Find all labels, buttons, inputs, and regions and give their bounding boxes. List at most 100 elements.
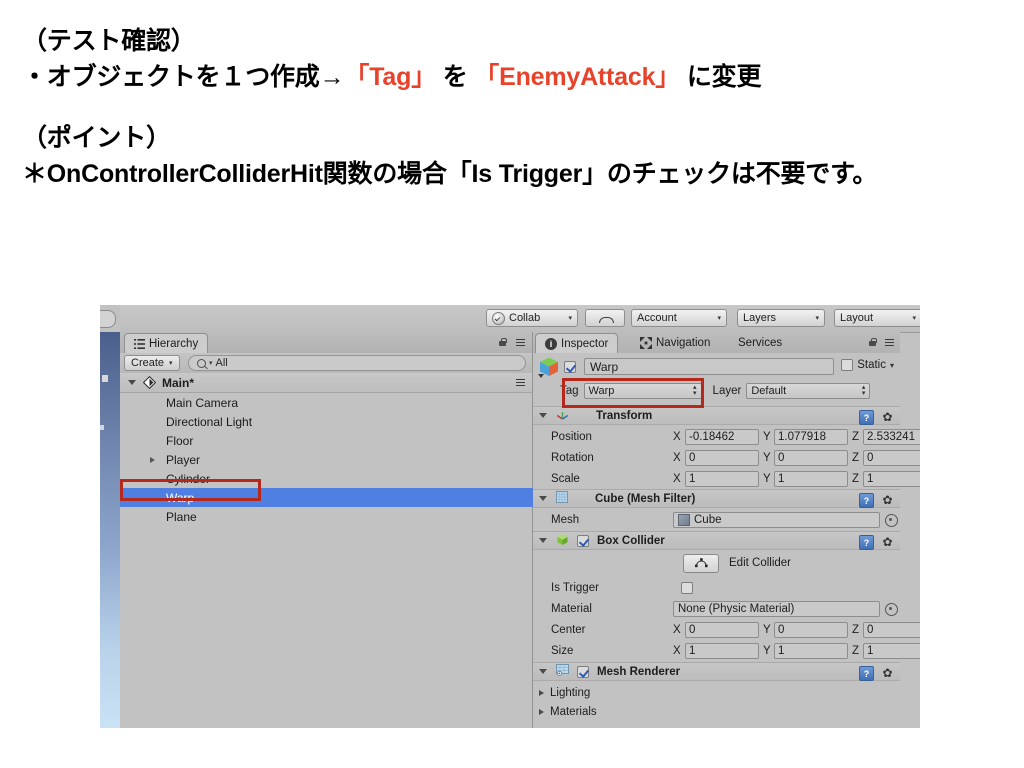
search-icon: [197, 358, 206, 368]
object-active-checkbox[interactable]: [564, 361, 576, 373]
scale-x-field[interactable]: 1: [685, 470, 759, 487]
mesh-label: Mesh: [551, 513, 580, 526]
tab-services[interactable]: Services: [729, 333, 791, 353]
center-y-field[interactable]: 0: [774, 621, 848, 638]
gear-icon[interactable]: ✿: [881, 535, 894, 549]
scene-menu-icon[interactable]: [516, 379, 525, 388]
help-icon[interactable]: ?: [859, 410, 874, 425]
cloud-button[interactable]: [585, 309, 625, 327]
is-trigger-label: Is Trigger: [551, 581, 599, 594]
center-z-field[interactable]: 0: [863, 621, 920, 638]
chevron-right-icon[interactable]: [539, 689, 544, 696]
hierarchy-item-floor[interactable]: Floor: [120, 431, 532, 450]
layout-button[interactable]: Layout ▾: [834, 309, 920, 327]
help-icon[interactable]: ?: [859, 666, 874, 681]
mesh-picker-button[interactable]: [885, 514, 898, 527]
tab-navigation[interactable]: Navigation: [631, 333, 719, 353]
hierarchy-item-main-camera[interactable]: Main Camera: [120, 393, 532, 412]
search-input[interactable]: ▾ All: [188, 355, 526, 371]
unity-editor-screenshot: Collab ▾ Account ▾ Layers ▾ Layout ▾ Hie…: [100, 305, 920, 728]
mesh-value: Cube: [694, 513, 722, 526]
chevron-down-icon[interactable]: ▾: [890, 361, 894, 370]
mesh-renderer-enabled-checkbox[interactable]: [577, 665, 589, 678]
rotation-z-field[interactable]: 0: [863, 449, 920, 466]
component-header-mesh-renderer[interactable]: Mesh Renderer ? ✿: [533, 662, 900, 681]
physic-material-field[interactable]: None (Physic Material): [673, 600, 880, 617]
static-checkbox[interactable]: [841, 359, 854, 371]
tag-dropdown[interactable]: Warp ▴ ▾: [583, 383, 702, 399]
create-button[interactable]: Create ▾: [124, 355, 180, 371]
scene-root-row[interactable]: Main*: [120, 373, 532, 393]
layer-dropdown[interactable]: Default ▴ ▾: [746, 383, 871, 399]
gear-icon[interactable]: ✿: [881, 666, 894, 680]
scene-view-sliver[interactable]: [100, 305, 120, 728]
edit-collider-row: Edit Collider: [533, 551, 900, 579]
axis-y-label: Y: [763, 644, 771, 657]
rotation-x-field[interactable]: 0: [685, 449, 759, 466]
panel-menu-icon[interactable]: [885, 339, 894, 348]
chevron-down-icon[interactable]: [539, 496, 547, 501]
hierarchy-item-cylinder[interactable]: Cylinder: [120, 469, 532, 488]
tag-layer-row: Tag Warp ▴ ▾ Layer Default ▴ ▾: [533, 380, 900, 402]
panel-menu-icon[interactable]: [516, 339, 525, 348]
position-x-field[interactable]: -0.18462: [685, 428, 759, 445]
tab-inspector[interactable]: i Inspector: [535, 333, 619, 354]
material-picker-button[interactable]: [885, 603, 898, 616]
mesh-object-field[interactable]: Cube: [673, 511, 880, 528]
component-header-transform[interactable]: Transform ? ✿: [533, 406, 900, 425]
hierarchy-item-plane[interactable]: Plane: [120, 507, 532, 526]
box-collider-enabled-checkbox[interactable]: [577, 534, 589, 547]
center-label: Center: [551, 623, 586, 636]
object-name-field[interactable]: Warp: [584, 358, 834, 375]
stepper-icon: ▴ ▾: [693, 384, 697, 397]
hierarchy-item-warp[interactable]: Warp: [120, 488, 550, 507]
scale-y-field[interactable]: 1: [774, 470, 848, 487]
size-y-field[interactable]: 1: [774, 642, 848, 659]
position-z-field[interactable]: 2.533241: [863, 428, 920, 445]
edit-collider-button[interactable]: [683, 554, 719, 573]
component-header-mesh-filter[interactable]: Cube (Mesh Filter) ? ✿: [533, 489, 900, 508]
box-collider-icon: [556, 533, 569, 549]
axis-z-label: Z: [852, 472, 860, 485]
is-trigger-checkbox[interactable]: [681, 581, 693, 594]
lock-icon[interactable]: [499, 338, 507, 346]
mesh-renderer-materials-foldout[interactable]: Materials: [533, 702, 900, 721]
center-x-field[interactable]: 0: [685, 621, 759, 638]
gear-icon[interactable]: ✿: [881, 493, 894, 507]
mesh-asset-icon: [678, 513, 690, 526]
mesh-renderer-lighting-foldout[interactable]: Lighting: [533, 683, 900, 702]
position-y-field[interactable]: 1.077918: [774, 428, 848, 445]
scene-toolbar-chip[interactable]: [100, 310, 116, 328]
chevron-down-icon: ▾: [209, 360, 213, 367]
help-icon[interactable]: ?: [859, 535, 874, 550]
rotation-y-field[interactable]: 0: [774, 449, 848, 466]
size-x-field[interactable]: 1: [685, 642, 759, 659]
info-icon: i: [545, 338, 557, 350]
account-button[interactable]: Account ▾: [631, 309, 727, 327]
layers-button[interactable]: Layers ▾: [737, 309, 825, 327]
tab-navigation-label: Navigation: [656, 337, 711, 349]
axis-z-label: Z: [852, 623, 860, 636]
chevron-right-icon[interactable]: [539, 708, 544, 715]
hierarchy-item-directional-light[interactable]: Directional Light: [120, 412, 532, 431]
scale-z-field[interactable]: 1: [863, 470, 920, 487]
component-header-box-collider[interactable]: Box Collider ? ✿: [533, 531, 900, 550]
chevron-right-icon[interactable]: [150, 456, 155, 463]
chevron-down-icon[interactable]: [539, 538, 547, 543]
gear-icon[interactable]: ✿: [881, 410, 894, 424]
static-label: Static: [857, 359, 886, 371]
scale-label: Scale: [551, 472, 580, 485]
help-icon[interactable]: ?: [859, 493, 874, 508]
hierarchy-item-label: Plane: [166, 509, 197, 524]
size-z-field[interactable]: 1: [863, 642, 920, 659]
bullet-text-tail: に変更: [680, 62, 762, 91]
collab-button[interactable]: Collab ▾: [486, 309, 578, 327]
chevron-down-icon[interactable]: [128, 380, 136, 385]
tab-hierarchy[interactable]: Hierarchy: [124, 333, 209, 354]
hierarchy-item-player[interactable]: Player: [120, 450, 532, 469]
chevron-down-icon[interactable]: [539, 413, 547, 418]
static-toggle[interactable]: Static ▾: [841, 359, 894, 371]
chevron-down-icon[interactable]: [539, 669, 547, 674]
lock-icon[interactable]: [869, 338, 877, 346]
axis-x-label: X: [673, 472, 681, 485]
